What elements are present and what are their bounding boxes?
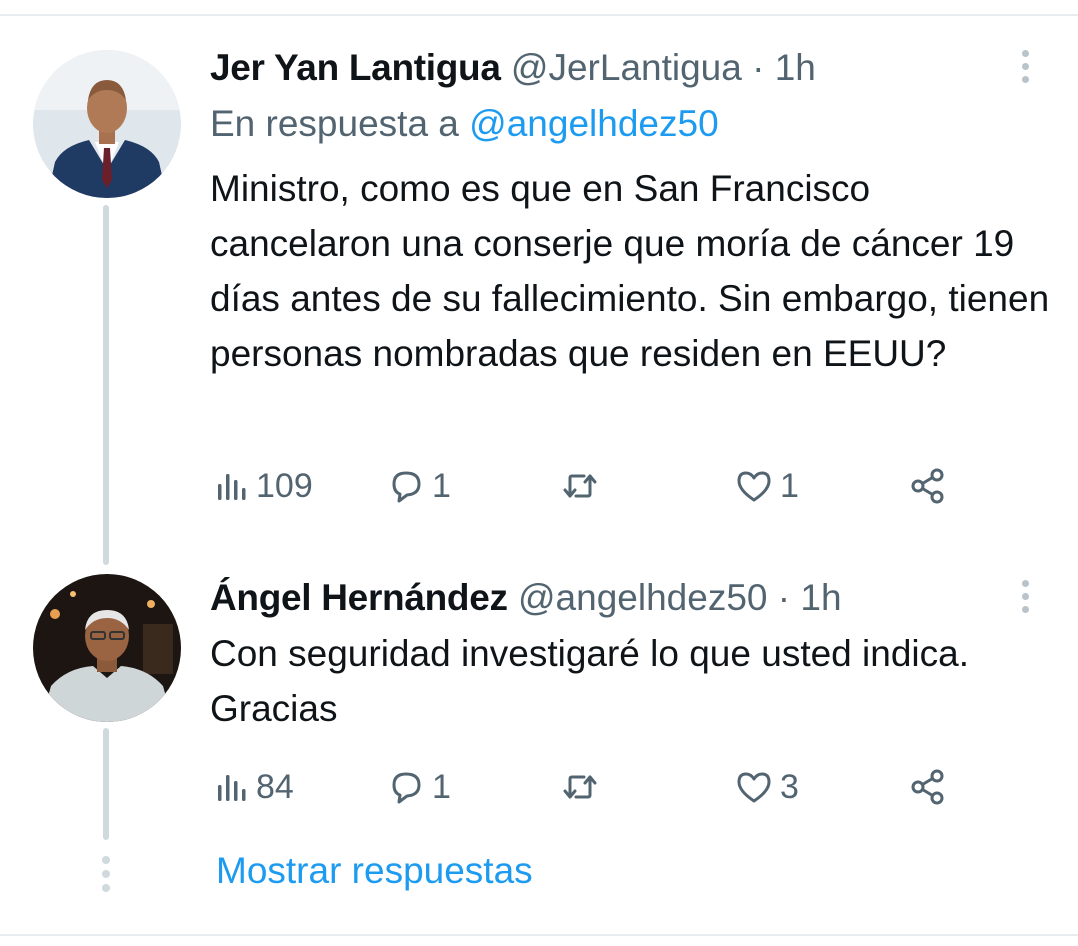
reply-count: 1 bbox=[432, 466, 451, 505]
author-handle[interactable]: @JerLantigua bbox=[511, 47, 742, 88]
share-icon bbox=[911, 468, 944, 504]
older-man-avatar-icon bbox=[33, 574, 181, 722]
tweet-text: Ministro, como es que en San Francisco c… bbox=[210, 168, 1050, 374]
timestamp[interactable]: 1h bbox=[775, 47, 816, 88]
reply-context: En respuesta a @angelhdez50 bbox=[210, 102, 719, 146]
show-replies-link[interactable]: Mostrar respuestas bbox=[216, 850, 533, 892]
thread-connector-line bbox=[103, 205, 109, 565]
bottom-divider bbox=[0, 934, 1078, 936]
reply-icon bbox=[392, 471, 421, 503]
tweet-text: Con seguridad investigaré lo que usted i… bbox=[210, 633, 969, 729]
tweet-header: Jer Yan Lantigua @JerLantigua · 1h bbox=[210, 46, 816, 90]
views-count: 109 bbox=[256, 466, 313, 505]
author-handle[interactable]: @angelhdez50 bbox=[518, 577, 767, 618]
views-icon bbox=[218, 474, 246, 500]
author-name[interactable]: Ángel Hernández bbox=[210, 577, 508, 618]
retweet-button[interactable] bbox=[560, 762, 606, 812]
tweet-header: Ángel Hernández @angelhdez50 · 1h bbox=[210, 576, 842, 620]
like-icon bbox=[737, 772, 771, 803]
reply-button[interactable]: 1 bbox=[386, 461, 451, 511]
retweet-icon bbox=[563, 474, 597, 498]
more-icon[interactable] bbox=[1010, 574, 1040, 618]
tweet-actions: 84 1 3 bbox=[210, 762, 970, 812]
reply-button[interactable]: 1 bbox=[386, 762, 451, 812]
avatar[interactable] bbox=[33, 574, 181, 722]
reply-icon bbox=[392, 772, 421, 804]
avatar[interactable] bbox=[33, 50, 181, 198]
like-button[interactable]: 3 bbox=[734, 762, 799, 812]
views-button[interactable]: 84 bbox=[210, 762, 294, 812]
share-button[interactable] bbox=[908, 461, 948, 511]
more-icon[interactable] bbox=[1010, 44, 1040, 88]
more-thread-dots bbox=[101, 856, 111, 898]
like-icon bbox=[737, 471, 771, 502]
like-button[interactable]: 1 bbox=[734, 461, 799, 511]
separator: · bbox=[777, 577, 791, 618]
reply-count: 1 bbox=[432, 767, 451, 806]
views-count: 84 bbox=[256, 767, 294, 806]
like-count: 1 bbox=[780, 466, 799, 505]
separator: · bbox=[752, 47, 765, 88]
share-button[interactable] bbox=[908, 762, 948, 812]
author-name[interactable]: Jer Yan Lantigua bbox=[210, 47, 501, 88]
timestamp[interactable]: 1h bbox=[800, 577, 841, 618]
tweet-actions: 109 1 1 bbox=[210, 461, 970, 511]
thread-connector-line bbox=[103, 728, 109, 840]
share-icon bbox=[911, 769, 944, 805]
like-count: 3 bbox=[780, 767, 799, 806]
reply-handle-link[interactable]: @angelhdez50 bbox=[469, 103, 718, 144]
reply-prefix: En respuesta a bbox=[210, 103, 459, 144]
man-in-suit-avatar-icon bbox=[33, 50, 181, 198]
views-icon bbox=[218, 775, 246, 801]
views-button[interactable]: 109 bbox=[210, 461, 313, 511]
retweet-button[interactable] bbox=[560, 461, 606, 511]
top-divider bbox=[0, 14, 1078, 16]
retweet-icon bbox=[563, 775, 597, 799]
